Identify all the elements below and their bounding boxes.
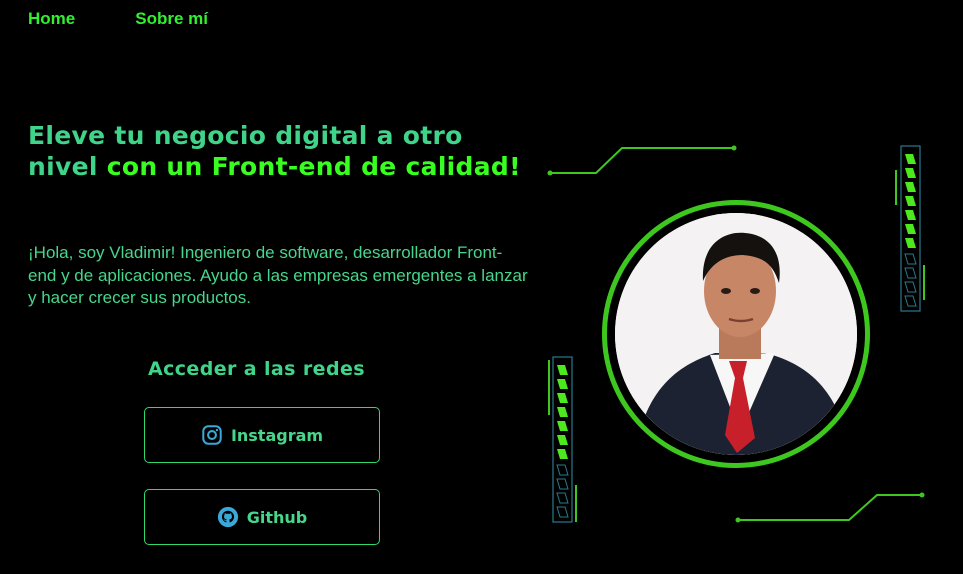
circuit-line-bottom	[735, 492, 925, 523]
profile-portrait-illustration	[615, 213, 857, 455]
circuit-line-top	[547, 145, 737, 176]
progress-bar-left	[548, 356, 577, 523]
profile-photo	[615, 213, 857, 455]
profile-photo-ring	[602, 200, 870, 468]
progress-bar-right	[895, 145, 925, 312]
